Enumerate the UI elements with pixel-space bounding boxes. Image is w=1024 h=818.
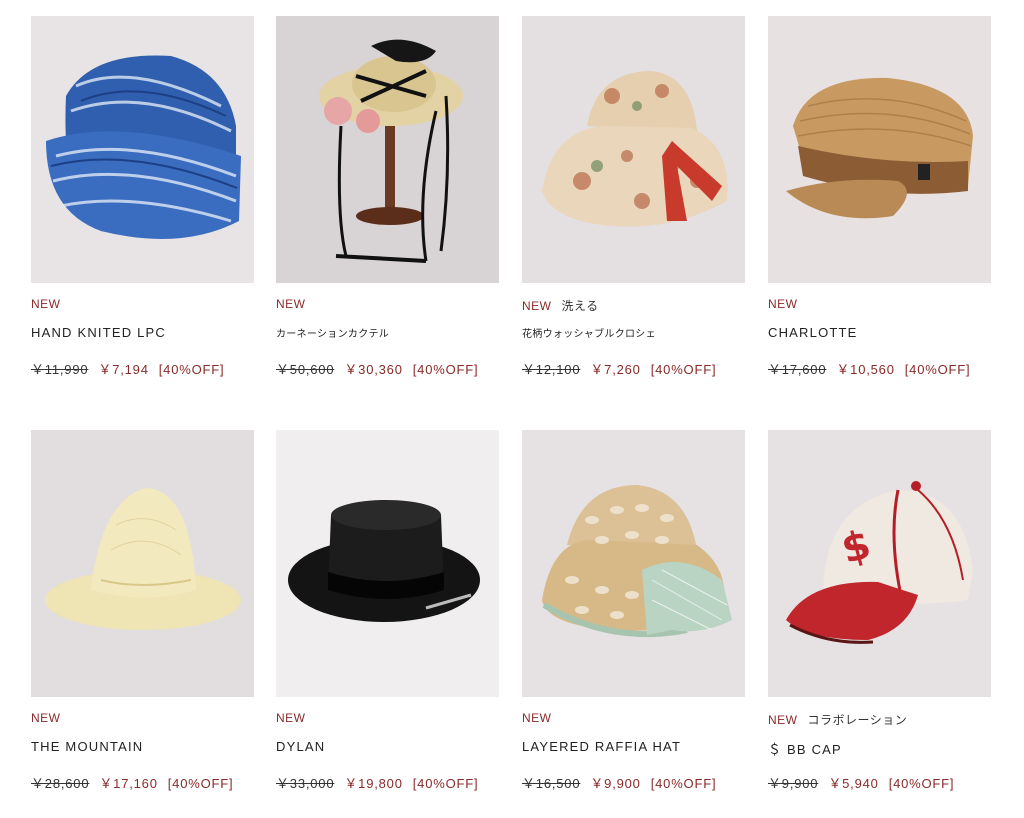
original-price: ￥28,600 xyxy=(31,776,90,791)
product-card[interactable]: NEW LAYERED RAFFIA HAT ￥16,500 ￥9,900 [40%… xyxy=(522,430,746,792)
product-image[interactable] xyxy=(276,430,499,697)
original-price: ￥12,100 xyxy=(522,362,581,377)
product-image[interactable] xyxy=(522,430,745,697)
new-badge: NEW xyxy=(522,299,552,313)
product-card[interactable]: NEW カーネーションカクテル ￥50,600 ￥30,360 [40%OFF] xyxy=(276,16,500,378)
product-image[interactable] xyxy=(31,16,254,283)
original-price: ￥9,900 xyxy=(768,776,819,791)
sale-price: ￥5,940 xyxy=(828,776,879,791)
boater-hat-on-stand-icon xyxy=(276,16,499,283)
baseball-cap-icon: $ xyxy=(768,430,991,697)
new-badge: NEW xyxy=(768,297,798,311)
new-badge: NEW xyxy=(768,713,798,727)
sale-price: ￥7,194 xyxy=(98,362,149,377)
product-name[interactable]: LAYERED RAFFIA HAT xyxy=(522,739,746,755)
product-image[interactable] xyxy=(31,430,254,697)
product-card[interactable]: NEW THE MOUNTAIN ￥28,600 ￥17,160 [40%OFF] xyxy=(31,430,255,792)
product-name[interactable]: カーネーションカクテル xyxy=(276,325,500,341)
product-card[interactable]: NEW DYLAN ￥33,000 ￥19,800 [40%OFF] xyxy=(276,430,500,792)
discount-label: [40%OFF] xyxy=(167,776,234,791)
discount-label: [40%OFF] xyxy=(904,362,971,377)
sale-price: ￥30,360 xyxy=(344,362,403,377)
floral-bucket-hat-icon xyxy=(522,16,745,283)
product-name[interactable]: THE MOUNTAIN xyxy=(31,739,255,755)
sale-price: ￥10,560 xyxy=(836,362,895,377)
sale-price: ￥7,260 xyxy=(590,362,641,377)
product-name[interactable]: 花柄ウォッシャブルクロシェ xyxy=(522,325,746,341)
product-tag: 洗える xyxy=(561,299,599,313)
product-name[interactable]: DYLAN xyxy=(276,739,500,755)
black-porkpie-hat-icon xyxy=(276,430,499,697)
original-price: ￥16,500 xyxy=(522,776,581,791)
discount-label: [40%OFF] xyxy=(650,776,717,791)
discount-label: [40%OFF] xyxy=(158,362,225,377)
product-card[interactable]: $ NEW コラボレーション ＄ BB CAP ￥9,900 ￥5,940 [40%O… xyxy=(768,430,992,792)
sale-price: ￥17,160 xyxy=(99,776,158,791)
knit-beanie-icon xyxy=(31,16,254,283)
product-card[interactable]: NEW CHARLOTTE ￥17,600 ￥10,560 [40%OFF] xyxy=(768,16,992,378)
discount-label: [40%OFF] xyxy=(412,362,479,377)
product-name[interactable]: CHARLOTTE xyxy=(768,325,992,341)
original-price: ￥11,990 xyxy=(31,362,89,377)
product-card[interactable]: NEW HAND KNITED LPC ￥11,990 ￥7,194 [40%OFF… xyxy=(31,16,255,378)
new-badge: NEW xyxy=(522,711,552,725)
original-price: ￥17,600 xyxy=(768,362,827,377)
product-name[interactable]: ＄ BB CAP xyxy=(768,739,992,757)
product-image[interactable] xyxy=(522,16,745,283)
product-tag: コラボレーション xyxy=(807,713,908,727)
straw-marine-cap-icon xyxy=(768,16,991,283)
cream-mountain-hat-icon xyxy=(31,430,254,697)
product-grid: NEW HAND KNITED LPC ￥11,990 ￥7,194 [40%OFF… xyxy=(0,0,1024,818)
new-badge: NEW xyxy=(31,297,61,311)
product-image[interactable]: $ xyxy=(768,430,991,697)
new-badge: NEW xyxy=(276,711,306,725)
discount-label: [40%OFF] xyxy=(888,776,955,791)
product-card[interactable]: NEW 洗える 花柄ウォッシャブルクロシェ ￥12,100 ￥7,260 [40%OF… xyxy=(522,16,746,378)
raffia-bucket-hat-icon xyxy=(522,430,745,697)
discount-label: [40%OFF] xyxy=(650,362,717,377)
new-badge: NEW xyxy=(276,297,306,311)
product-image[interactable] xyxy=(276,16,499,283)
original-price: ￥33,000 xyxy=(276,776,335,791)
discount-label: [40%OFF] xyxy=(412,776,479,791)
sale-price: ￥9,900 xyxy=(590,776,641,791)
new-badge: NEW xyxy=(31,711,61,725)
original-price: ￥50,600 xyxy=(276,362,335,377)
product-image[interactable] xyxy=(768,16,991,283)
sale-price: ￥19,800 xyxy=(344,776,403,791)
product-name[interactable]: HAND KNITED LPC xyxy=(31,325,255,341)
